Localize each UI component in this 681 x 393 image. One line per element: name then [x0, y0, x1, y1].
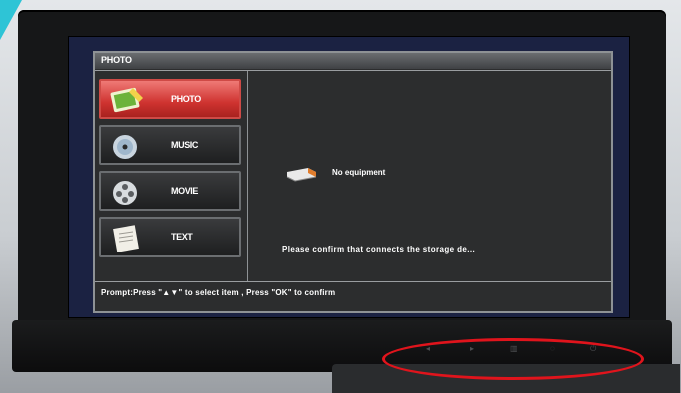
- osd-panel: PHOTO PHOTO MUSIC MOVIE TEXT No equipmen…: [93, 51, 613, 313]
- menu-label-text: TEXT: [171, 232, 193, 242]
- annotation-ellipse: [382, 338, 644, 380]
- menu-label-music: MUSIC: [171, 140, 198, 150]
- film-reel-icon: [113, 181, 137, 205]
- menu-item-photo[interactable]: PHOTO: [99, 79, 241, 119]
- osd-header: PHOTO: [95, 53, 611, 69]
- no-equipment-status: No equipment: [332, 168, 386, 177]
- navigation-prompt: Prompt:Press "▲▼" to select item , Press…: [101, 288, 336, 297]
- document-icon: [113, 225, 139, 252]
- osd-title: PHOTO: [101, 55, 132, 65]
- storage-message: Please confirm that connects the storage…: [282, 245, 476, 254]
- osd-body: PHOTO MUSIC MOVIE TEXT No equipment Plea…: [95, 70, 611, 281]
- content-panel: No equipment Please confirm that connect…: [248, 71, 611, 281]
- menu-item-music[interactable]: MUSIC: [99, 125, 241, 165]
- menu-item-text[interactable]: TEXT: [99, 217, 241, 257]
- storage-device-icon: [286, 168, 317, 182]
- menu-item-movie[interactable]: MOVIE: [99, 171, 241, 211]
- photo-icon: [110, 87, 143, 113]
- osd-footer: Prompt:Press "▲▼" to select item , Press…: [95, 281, 611, 312]
- music-cd-icon: [113, 135, 137, 159]
- media-menu: PHOTO MUSIC MOVIE TEXT: [95, 71, 248, 281]
- menu-label-photo: PHOTO: [171, 94, 201, 104]
- monitor-screen: PHOTO PHOTO MUSIC MOVIE TEXT No equipmen…: [68, 36, 630, 318]
- menu-label-movie: MOVIE: [171, 186, 199, 196]
